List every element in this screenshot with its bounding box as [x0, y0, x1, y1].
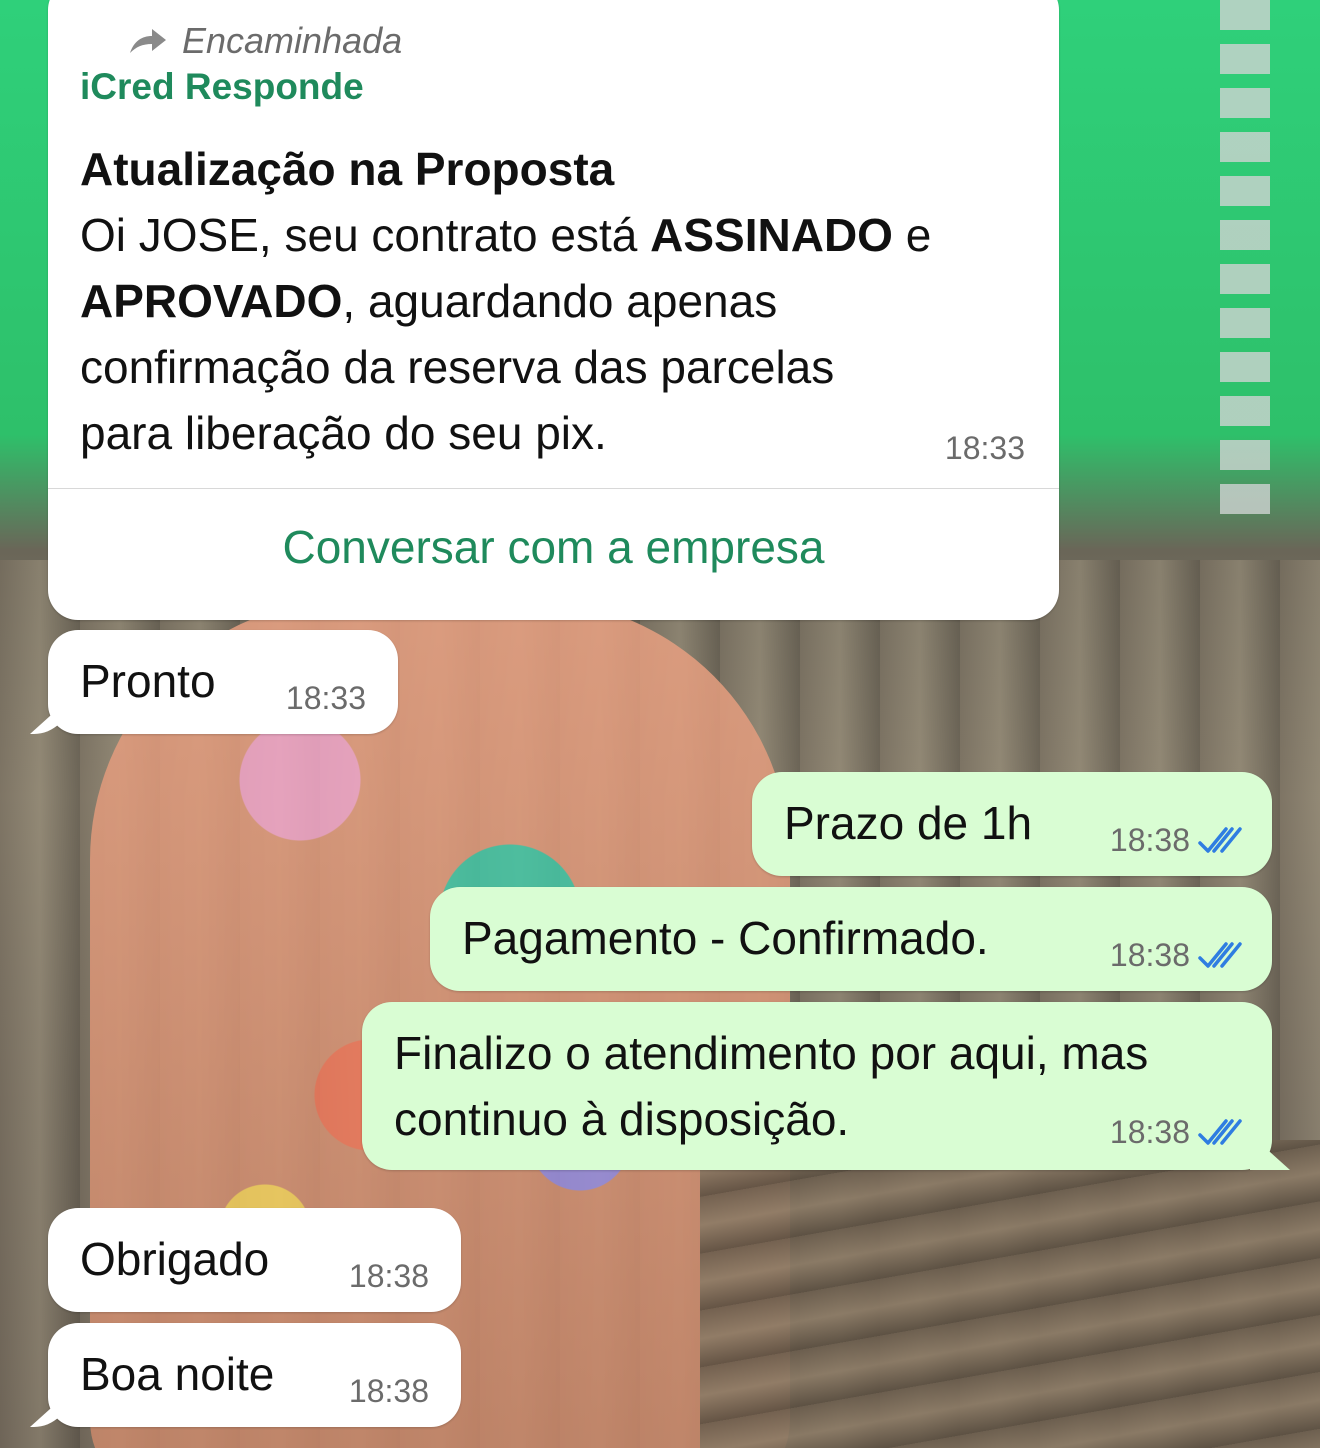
card-body: Oi JOSE, seu contrato está ASSINADO e AP… — [80, 202, 1040, 466]
card-body-bold: APROVADO — [80, 275, 343, 327]
card-title: Atualização na Proposta — [80, 143, 615, 195]
message-time: 18:38 — [1109, 822, 1190, 858]
card-body-line: confirmação da reserva das parcelas — [80, 341, 835, 393]
card-body-line: para liberação do seu pix. — [80, 407, 607, 459]
message-line: Finalizo o atendimento por aqui, mas — [394, 1027, 1149, 1079]
outgoing-message[interactable]: Prazo de 1h 18:38 — [752, 772, 1272, 876]
read-ticks-icon — [1198, 942, 1242, 968]
outgoing-message[interactable]: Pagamento - Confirmado. 18:38 — [430, 887, 1272, 991]
message-text: Pronto — [80, 655, 216, 707]
read-ticks-icon — [1198, 827, 1242, 853]
message-text: Pagamento - Confirmado. — [462, 912, 989, 964]
chat-with-business-button[interactable]: Conversar com a empresa — [48, 520, 1059, 574]
forwarded-label: Encaminhada — [182, 20, 403, 61]
message-time: 18:38 — [348, 1373, 429, 1409]
incoming-message[interactable]: Pronto 18:33 — [48, 630, 398, 734]
outgoing-message[interactable]: Finalizo o atendimento por aqui, mas con… — [362, 1002, 1272, 1170]
incoming-message[interactable]: Obrigado 18:38 — [48, 1208, 461, 1312]
incoming-message[interactable]: Boa noite 18:38 — [48, 1323, 461, 1427]
message-line: continuo à disposição. — [394, 1093, 850, 1145]
forwarded-indicator: Encaminhada — [128, 20, 402, 62]
card-body-text: Oi JOSE, seu contrato está — [80, 209, 651, 261]
message-time: 18:33 — [944, 430, 1025, 466]
message-status: 18:38 — [1110, 822, 1244, 859]
card-body-text: e — [892, 209, 932, 261]
message-text: Finalizo o atendimento por aqui, mas con… — [394, 1020, 1148, 1152]
message-time: 18:33 — [285, 680, 366, 716]
forward-arrow-icon — [130, 29, 166, 53]
wallpaper-bench — [700, 1140, 1320, 1448]
read-ticks-icon — [1198, 1119, 1242, 1145]
message-text: Prazo de 1h — [784, 797, 1033, 849]
card-divider — [48, 488, 1059, 489]
message-status: 18:38 — [1110, 1114, 1244, 1151]
message-time: 18:38 — [348, 1258, 429, 1294]
message-time: 18:38 — [1109, 1114, 1190, 1150]
message-text: Boa noite — [80, 1348, 275, 1400]
message-text: Obrigado — [80, 1233, 270, 1285]
card-body-text: , aguardando apenas — [342, 275, 778, 327]
card-body-bold: ASSINADO — [650, 209, 893, 261]
forwarded-card-message[interactable]: Encaminhada iCred Responde Atualização n… — [48, 0, 1059, 620]
message-status: 18:38 — [1110, 937, 1244, 974]
message-time: 18:38 — [1109, 937, 1190, 973]
sender-name[interactable]: iCred Responde — [80, 66, 364, 108]
wallpaper-chain — [1220, 0, 1270, 520]
